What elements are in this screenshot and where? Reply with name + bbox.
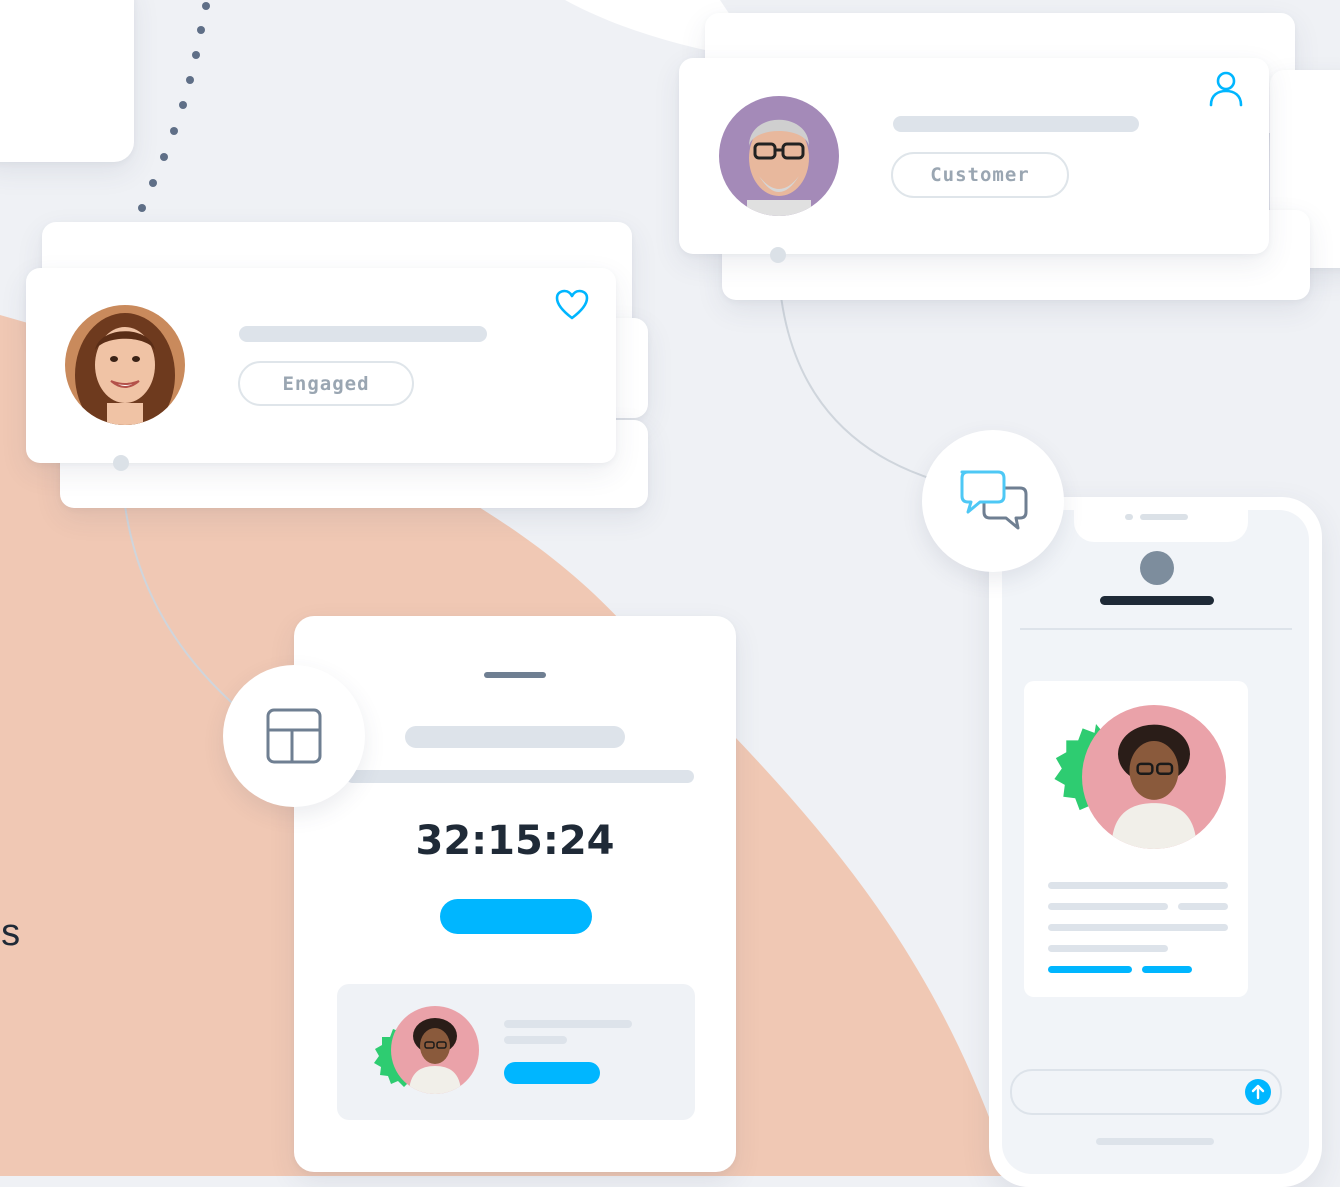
text-placeholder-bar	[504, 1020, 632, 1028]
phone-mockup	[989, 497, 1322, 1187]
name-placeholder-bar	[893, 116, 1139, 132]
text-line	[1048, 903, 1168, 910]
phone-screen	[1002, 510, 1309, 1174]
dotted-path	[138, 2, 210, 212]
home-indicator	[1096, 1138, 1214, 1145]
connector-dot	[113, 455, 129, 471]
cta-button[interactable]	[440, 899, 592, 934]
link-line[interactable]	[1142, 966, 1192, 973]
text-placeholder-bar	[504, 1036, 567, 1044]
chat-icon-button[interactable]	[922, 430, 1064, 572]
link-line[interactable]	[1048, 966, 1132, 973]
connector-dot	[770, 247, 786, 263]
subtitle-placeholder-bar	[346, 770, 694, 783]
chat-bubbles-icon	[960, 470, 1028, 530]
engaged-avatar	[65, 305, 185, 425]
text-line	[1178, 903, 1228, 910]
title-placeholder-bar	[405, 726, 625, 748]
send-button[interactable]	[1245, 1079, 1271, 1105]
engaged-badge: Engaged	[238, 361, 414, 406]
message-avatar	[1082, 705, 1226, 849]
profile-preview	[337, 984, 695, 1120]
preview-button[interactable]	[504, 1062, 600, 1084]
heart-icon[interactable]	[554, 288, 590, 322]
message-input[interactable]	[1010, 1069, 1282, 1115]
drag-handle[interactable]	[484, 672, 546, 678]
customer-avatar	[719, 96, 839, 216]
illustration-stage: Engaged Customer 32:15:24 s	[0, 0, 1340, 1187]
name-placeholder-bar	[239, 326, 487, 342]
contact-name-bar	[1100, 596, 1214, 605]
text-line	[1048, 882, 1228, 889]
customer-card[interactable]: Customer	[679, 58, 1269, 263]
preview-avatar	[391, 1006, 479, 1094]
timer-card	[294, 616, 736, 1172]
arrow-up-icon	[1251, 1084, 1265, 1100]
top-left-card	[0, 0, 134, 162]
notch-speaker	[1140, 514, 1188, 520]
text-line	[1048, 945, 1168, 952]
partial-heading-text: os	[0, 912, 21, 954]
user-icon[interactable]	[1206, 69, 1246, 109]
notch-camera	[1125, 514, 1133, 520]
contact-avatar-dot	[1140, 551, 1174, 585]
message-card	[1024, 681, 1248, 997]
header-divider	[1020, 628, 1292, 630]
layout-icon	[266, 708, 322, 764]
engaged-card[interactable]: Engaged	[26, 268, 616, 471]
countdown-timer: 32:15:24	[415, 818, 615, 864]
layout-icon-button[interactable]	[223, 665, 365, 807]
customer-badge: Customer	[891, 152, 1069, 198]
text-line	[1048, 924, 1228, 931]
